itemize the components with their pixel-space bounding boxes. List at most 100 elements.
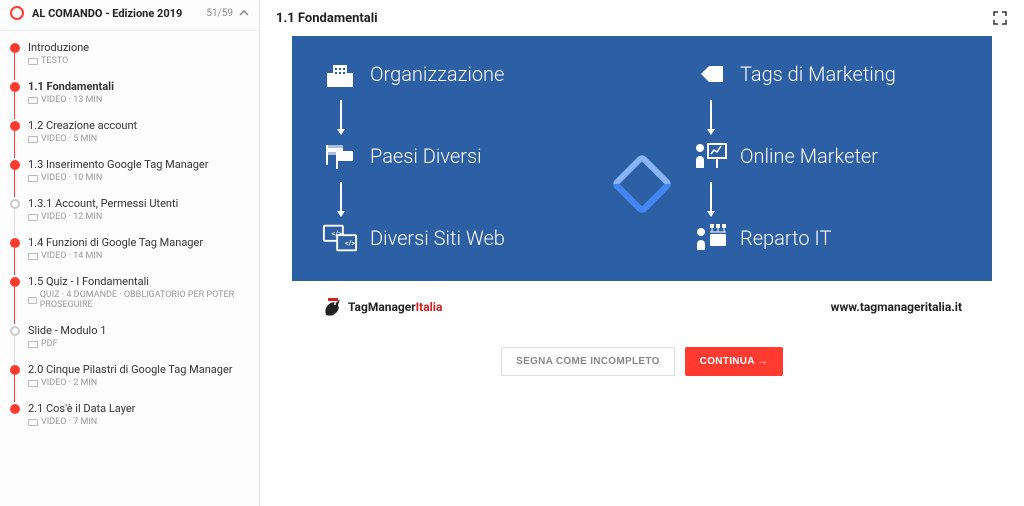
lesson-title: 1.1 Fondamentali xyxy=(276,11,378,26)
type-icon xyxy=(28,214,38,221)
slide-left-column: Organizzazione Paesi Diversi < xyxy=(322,56,592,256)
node-siti: </></> Diversi Siti Web xyxy=(322,220,592,256)
lesson-title: 1.5 Quiz - I Fondamentali xyxy=(28,275,249,288)
slide-body: Organizzazione Paesi Diversi < xyxy=(292,36,992,281)
tag-icon xyxy=(692,56,728,92)
node-marketer: Online Marketer xyxy=(692,138,962,174)
lesson-item[interactable]: 2.1 Cos'è il Data Layer VIDEO · 7 MIN xyxy=(0,396,259,433)
lesson-list: Introduzione TESTO 1.1 Fondamentali VIDEO ·… xyxy=(0,31,259,439)
slide-center-column xyxy=(602,56,682,256)
lesson-meta-text: TESTO xyxy=(41,56,68,66)
lesson-item[interactable]: Slide - Modulo 1 PDF xyxy=(0,318,259,355)
node-organizzazione: Organizzazione xyxy=(322,56,592,92)
lesson-item[interactable]: 2.0 Cinque Pilastri di Google Tag Manage… xyxy=(0,357,259,394)
lesson-title: Slide - Modulo 1 xyxy=(28,324,249,337)
lesson-item[interactable]: 1.1 Fondamentali VIDEO · 13 MIN xyxy=(0,74,259,111)
lesson-item[interactable]: 1.5 Quiz - I Fondamentali QUIZ · 4 DOMAND… xyxy=(0,269,259,316)
progress-ring-icon xyxy=(10,6,24,20)
lesson-title: 1.4 Funzioni di Google Tag Manager xyxy=(28,236,249,249)
brand-url: www.tagmanageritalia.it xyxy=(831,300,962,314)
app-root: AL COMANDO - Edizione 2019 51/59 Introdu… xyxy=(0,0,1024,506)
lesson-item[interactable]: 1.2 Creazione account VIDEO · 5 MIN xyxy=(0,113,259,150)
brand-logo: TagManagerItalia xyxy=(322,295,442,319)
websites-icon: </></> xyxy=(322,220,358,256)
bird-icon xyxy=(322,295,344,319)
slide-container: Organizzazione Paesi Diversi < xyxy=(260,36,1024,506)
type-icon xyxy=(28,175,38,182)
svg-text:</>: </> xyxy=(345,239,356,248)
svg-text:</>: </> xyxy=(331,229,342,238)
status-done-icon xyxy=(10,43,20,53)
lesson-item[interactable]: 1.4 Funzioni di Google Tag Manager VIDEO … xyxy=(0,230,259,267)
gtm-logo-icon xyxy=(611,152,673,214)
lesson-meta: VIDEO · 7 MIN xyxy=(28,417,249,427)
type-icon xyxy=(28,58,38,65)
type-icon xyxy=(28,253,38,260)
slide: Organizzazione Paesi Diversi < xyxy=(292,36,992,333)
sidebar-header[interactable]: AL COMANDO - Edizione 2019 51/59 xyxy=(0,0,259,31)
slide-right-column: Tags di Marketing Online Marketer xyxy=(692,56,962,256)
lesson-meta: TESTO xyxy=(28,56,249,66)
status-done-icon xyxy=(10,277,20,287)
lesson-meta: VIDEO · 14 MIN xyxy=(28,251,249,261)
lesson-title: 1.2 Creazione account xyxy=(28,119,249,132)
continue-button[interactable]: CONTINUA → xyxy=(685,347,783,376)
node-label: Tags di Marketing xyxy=(740,62,896,86)
lesson-meta: VIDEO · 13 MIN xyxy=(28,95,249,105)
course-title: AL COMANDO - Edizione 2019 xyxy=(32,7,200,20)
status-open-icon xyxy=(10,326,20,336)
lesson-meta-text: VIDEO · 14 MIN xyxy=(41,251,102,261)
type-icon xyxy=(28,136,38,143)
type-icon xyxy=(28,97,38,104)
lesson-item[interactable]: 1.3.1 Account, Permessi Utenti VIDEO · 12… xyxy=(0,191,259,228)
lesson-meta-text: PDF xyxy=(41,339,58,349)
main-header: 1.1 Fondamentali xyxy=(260,0,1024,36)
main-content: 1.1 Fondamentali Organizzazione xyxy=(260,0,1024,506)
lesson-meta: VIDEO · 5 MIN xyxy=(28,134,249,144)
lesson-meta: QUIZ · 4 DOMANDE · OBBLIGATORIO PER POTE… xyxy=(28,290,249,310)
lesson-item[interactable]: Introduzione TESTO xyxy=(0,35,259,72)
type-icon xyxy=(28,419,38,426)
marketer-icon xyxy=(692,138,728,174)
status-done-icon xyxy=(10,404,20,414)
node-label: Online Marketer xyxy=(740,144,878,168)
node-label: Reparto IT xyxy=(740,226,831,250)
lesson-title: 2.1 Cos'è il Data Layer xyxy=(28,402,249,415)
lesson-title: 1.1 Fondamentali xyxy=(28,80,249,93)
node-label: Paesi Diversi xyxy=(370,144,482,168)
mark-incomplete-button[interactable]: SEGNA COME INCOMPLETO xyxy=(501,347,675,376)
node-tags: Tags di Marketing xyxy=(692,56,962,92)
lesson-title: Introduzione xyxy=(28,41,249,54)
node-label: Organizzazione xyxy=(370,62,504,86)
status-done-icon xyxy=(10,160,20,170)
lesson-meta-text: VIDEO · 13 MIN xyxy=(41,95,102,105)
arrow-down-icon xyxy=(710,182,712,212)
node-label: Diversi Siti Web xyxy=(370,226,505,250)
progress-count: 51/59 xyxy=(206,8,233,19)
status-open-icon xyxy=(10,199,20,209)
building-icon xyxy=(322,56,358,92)
status-done-icon xyxy=(10,121,20,131)
node-it: Reparto IT xyxy=(692,220,962,256)
lesson-item[interactable]: 1.3 Inserimento Google Tag ManagerVIDEO … xyxy=(0,152,259,189)
type-icon xyxy=(28,341,38,348)
lesson-title: 1.3.1 Account, Permessi Utenti xyxy=(28,197,249,210)
brand-text: TagManagerItalia xyxy=(348,300,442,314)
chevron-up-icon xyxy=(239,8,249,18)
type-icon xyxy=(28,297,37,304)
it-dept-icon xyxy=(692,220,728,256)
status-done-icon xyxy=(10,82,20,92)
arrow-down-icon xyxy=(710,100,712,130)
status-done-icon xyxy=(10,238,20,248)
node-paesi: Paesi Diversi xyxy=(322,138,592,174)
lesson-meta-text: QUIZ · 4 DOMANDE · OBBLIGATORIO PER POTE… xyxy=(40,290,249,310)
expand-icon[interactable] xyxy=(992,10,1008,26)
lesson-meta-text: VIDEO · 2 MIN xyxy=(41,378,97,388)
lesson-meta: VIDEO · 2 MIN xyxy=(28,378,249,388)
lesson-meta-text: VIDEO · 10 MIN xyxy=(41,173,102,183)
lesson-title: 2.0 Cinque Pilastri di Google Tag Manage… xyxy=(28,363,249,376)
lesson-meta-text: VIDEO · 12 MIN xyxy=(41,212,102,222)
lesson-meta-text: VIDEO · 5 MIN xyxy=(41,134,97,144)
action-bar: SEGNA COME INCOMPLETO CONTINUA → xyxy=(292,333,992,384)
arrow-down-icon xyxy=(340,100,342,130)
